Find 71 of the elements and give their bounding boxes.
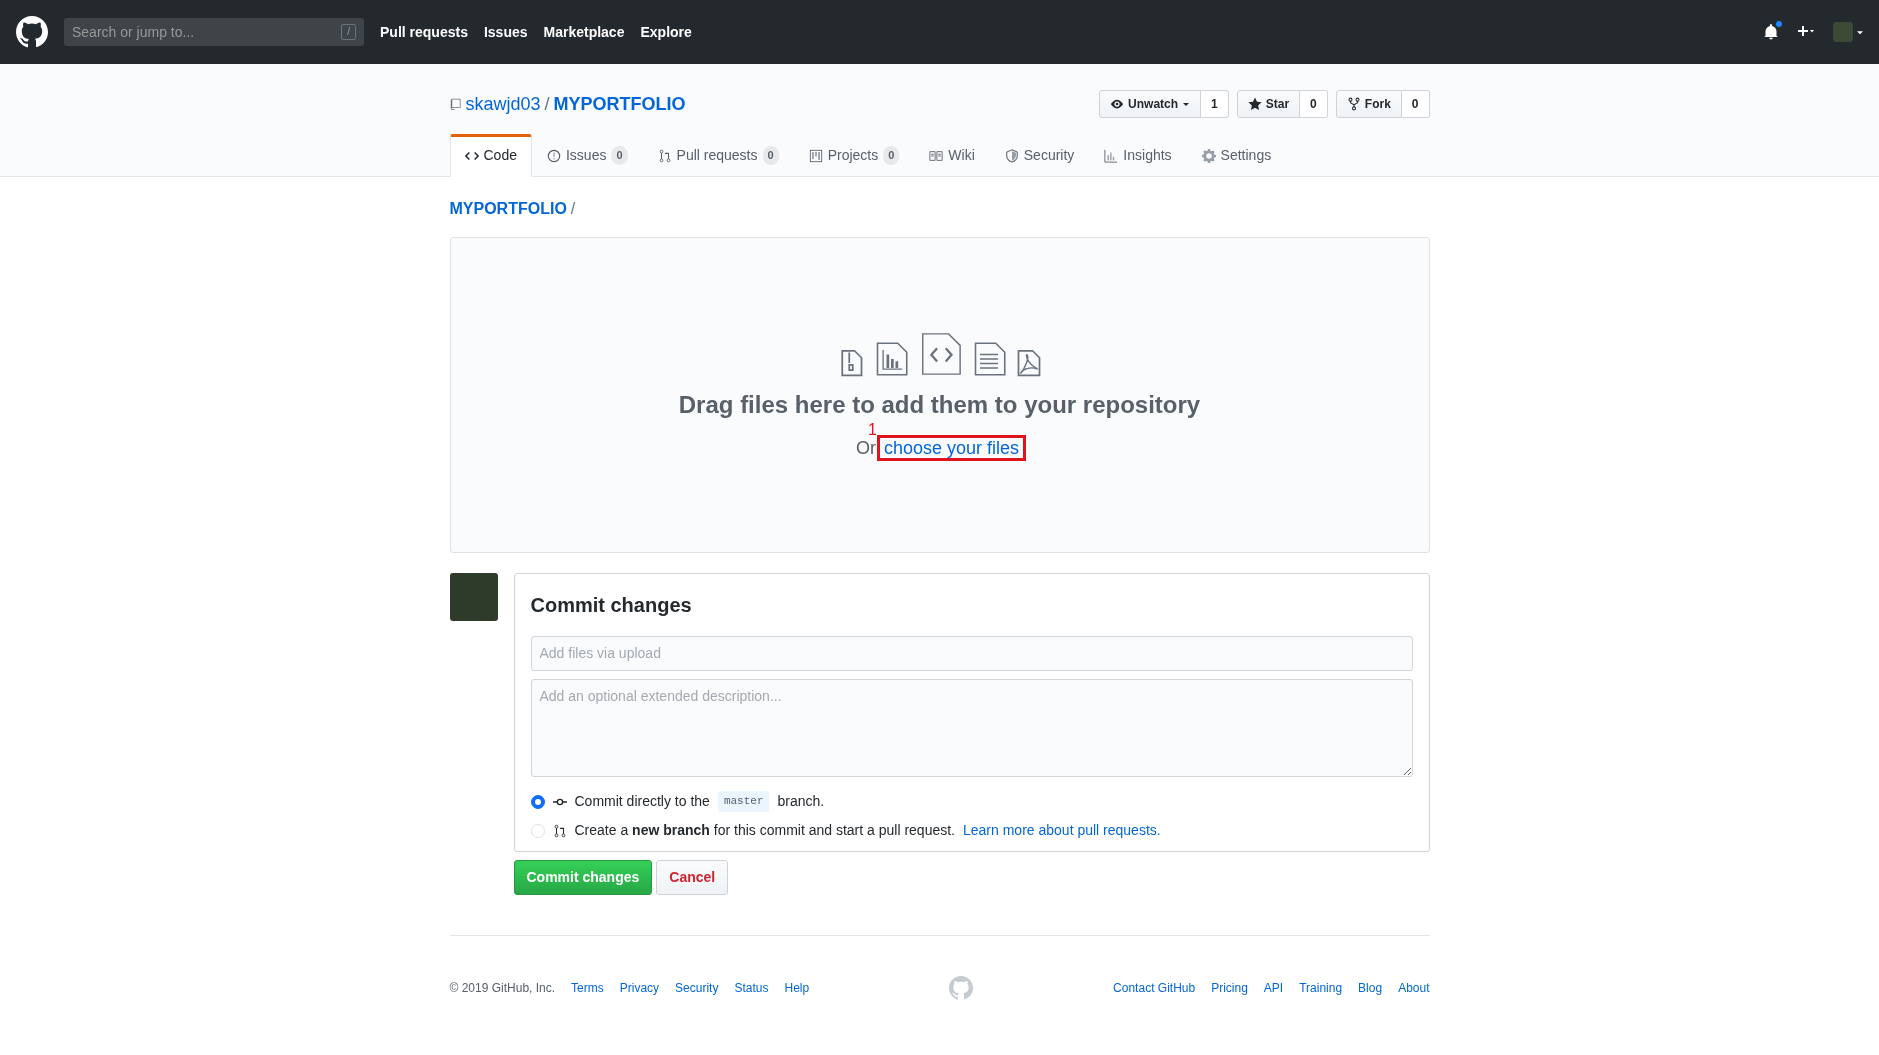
repo-tab[interactable]: Code bbox=[449, 134, 532, 177]
footer-link[interactable]: Help bbox=[784, 979, 810, 997]
fork-count[interactable]: 0 bbox=[1401, 90, 1430, 118]
keyboard-shortcut-key: / bbox=[341, 24, 356, 40]
repo-name-link[interactable]: MYPORTFOLIO bbox=[553, 90, 686, 118]
drop-zone[interactable]: Drag files here to add them to your repository Or 1 choose your files bbox=[449, 237, 1430, 553]
path-separator: / bbox=[570, 199, 576, 219]
search-placeholder: Search or jump to... bbox=[72, 22, 195, 42]
option-text: Commit directly to the bbox=[574, 792, 710, 811]
logo-icon[interactable] bbox=[16, 16, 48, 48]
footer-link[interactable]: Contact GitHub bbox=[1113, 979, 1196, 997]
tab-counter: 0 bbox=[611, 146, 628, 165]
option-text: branch. bbox=[777, 792, 825, 811]
footer-link[interactable]: Pricing bbox=[1211, 979, 1248, 997]
watch-button[interactable]: Unwatch bbox=[1099, 90, 1202, 118]
star-count[interactable]: 0 bbox=[1300, 90, 1328, 118]
gear-icon bbox=[1201, 148, 1216, 163]
repo-tab[interactable]: Pull requests 0 bbox=[642, 134, 794, 177]
footer-link[interactable]: API bbox=[1263, 979, 1284, 997]
avatar-picture bbox=[449, 573, 498, 621]
commit-description-field[interactable]: Add an optional extended description... bbox=[530, 679, 1413, 777]
option-text: Create a new branch for this commit and start a pull request. bbox=[574, 821, 955, 840]
repo-tab[interactable]: Wiki bbox=[914, 134, 990, 177]
search-field[interactable]: Search or jump to... / bbox=[64, 18, 364, 46]
fork-icon bbox=[1346, 97, 1361, 111]
repo-tab[interactable]: Issues 0 bbox=[531, 134, 643, 177]
repo-tab[interactable]: Security bbox=[989, 134, 1090, 177]
nav-link[interactable]: Marketplace bbox=[543, 21, 625, 43]
footer-link[interactable]: Privacy bbox=[619, 979, 660, 997]
footer-link[interactable]: Security bbox=[675, 979, 719, 997]
radio-button[interactable] bbox=[530, 794, 545, 809]
pull-request-icon bbox=[552, 823, 567, 838]
footer-link[interactable]: Terms bbox=[571, 979, 604, 997]
shield-icon bbox=[1004, 148, 1019, 163]
footer-link[interactable]: About bbox=[1398, 979, 1430, 997]
footer-link[interactable]: Status bbox=[734, 979, 769, 997]
tab-counter: 0 bbox=[762, 146, 779, 165]
nav-link[interactable]: Explore bbox=[640, 21, 692, 43]
repo-tab[interactable]: Insights bbox=[1089, 134, 1187, 177]
drop-instruction: Drag files here to add them to your repository bbox=[678, 389, 1201, 420]
learn-more-link[interactable]: Learn more about pull requests. bbox=[963, 820, 1161, 841]
exclamation-circle-icon bbox=[546, 148, 561, 163]
repo-tab[interactable]: Settings bbox=[1186, 134, 1287, 177]
footer-link[interactable]: Blog bbox=[1358, 979, 1383, 997]
bell-icon[interactable] bbox=[1763, 24, 1779, 40]
star-button[interactable]: Star bbox=[1236, 90, 1301, 118]
pull-request-icon bbox=[657, 148, 672, 163]
eye-icon bbox=[1110, 97, 1125, 111]
annotation-number: 1 bbox=[867, 421, 877, 438]
branch-name: master bbox=[717, 791, 770, 812]
book-icon bbox=[929, 148, 944, 163]
copyright-text: © 2019 GitHub, Inc. bbox=[449, 980, 556, 997]
board-icon bbox=[808, 148, 823, 163]
nav-link[interactable]: Pull requests bbox=[380, 21, 468, 43]
commit-summary-field[interactable]: Add files via upload bbox=[530, 636, 1413, 671]
or-label: Or bbox=[855, 436, 876, 460]
cancel-button[interactable]: Cancel bbox=[656, 860, 729, 895]
tab-counter: 0 bbox=[883, 146, 900, 165]
repo-tab[interactable]: Projects 0 bbox=[793, 134, 915, 177]
nav-link[interactable]: Issues bbox=[483, 21, 528, 43]
watch-count[interactable]: 1 bbox=[1201, 90, 1229, 118]
repo-icon bbox=[449, 96, 462, 112]
star-icon bbox=[1247, 97, 1262, 111]
fork-button[interactable]: Fork bbox=[1335, 90, 1402, 118]
footer-link[interactable]: Training bbox=[1299, 979, 1343, 997]
bar-chart-icon bbox=[1104, 148, 1119, 163]
path-separator: / bbox=[544, 92, 550, 116]
form-title: Commit changes bbox=[530, 593, 693, 618]
choose-files-link[interactable]: choose your files bbox=[879, 437, 1024, 458]
repo-owner-link[interactable]: skawjd03 bbox=[465, 90, 541, 118]
breadcrumb-link[interactable]: MYPORTFOLIO bbox=[449, 197, 567, 221]
